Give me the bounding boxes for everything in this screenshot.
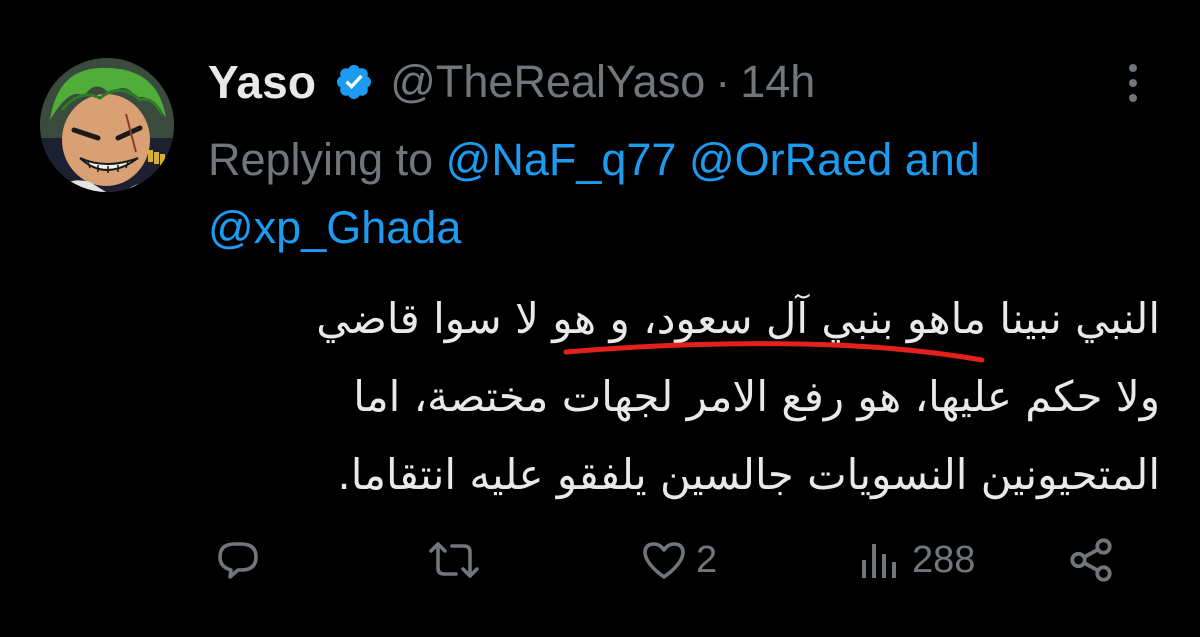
analytics-icon <box>856 536 904 584</box>
mention-link[interactable]: @OrRaed <box>689 134 892 185</box>
heart-icon <box>640 536 688 584</box>
replying-to: Replying to @NaF_q77 @OrRaed and @xp_Gha… <box>208 126 1148 262</box>
mention-link[interactable]: @NaF_q77 <box>446 134 677 185</box>
more-options-icon[interactable] <box>1118 58 1148 108</box>
like-button[interactable]: 2 <box>640 520 717 600</box>
tweet-header: Yaso @TheRealYaso · 14h <box>208 52 815 112</box>
like-count: 2 <box>696 538 718 581</box>
tweet-text: النبي نبينا ماهو بنبي آل سعود، و هو لا س… <box>200 280 1160 514</box>
tweet-text-line: ولا حكم عليها، هو رفع الامر لجهات مختصة،… <box>353 372 1160 421</box>
retweet-icon <box>428 536 480 584</box>
reply-icon <box>214 536 262 584</box>
tweet-text-line: المتحيونين النسويات جالسين يلفقو عليه ان… <box>337 450 1160 499</box>
separator-dot: · <box>715 56 731 107</box>
mention-link[interactable]: @xp_Ghada <box>208 202 461 253</box>
views-count: 288 <box>912 538 976 581</box>
avatar[interactable] <box>40 58 174 192</box>
reply-button[interactable] <box>214 520 262 600</box>
views-button[interactable]: 288 <box>856 520 975 600</box>
retweet-button[interactable] <box>428 520 480 600</box>
author-handle[interactable]: @TheRealYaso <box>390 56 705 108</box>
replying-to-label: Replying to <box>208 134 434 185</box>
tweet-actions: 2 288 <box>0 520 1200 600</box>
share-button[interactable] <box>1066 520 1116 600</box>
tweet-text-line: النبي نبينا ماهو بنبي آل سعود، و هو لا س… <box>316 294 1160 343</box>
mention-and-label[interactable]: and <box>905 134 980 185</box>
share-icon <box>1066 535 1116 585</box>
display-name[interactable]: Yaso <box>208 55 316 109</box>
tweet-card[interactable]: Yaso @TheRealYaso · 14h Replying to @NaF… <box>0 0 1200 637</box>
avatar-image <box>40 58 174 192</box>
timestamp[interactable]: 14h <box>740 56 815 108</box>
verified-badge-icon[interactable] <box>334 62 374 102</box>
